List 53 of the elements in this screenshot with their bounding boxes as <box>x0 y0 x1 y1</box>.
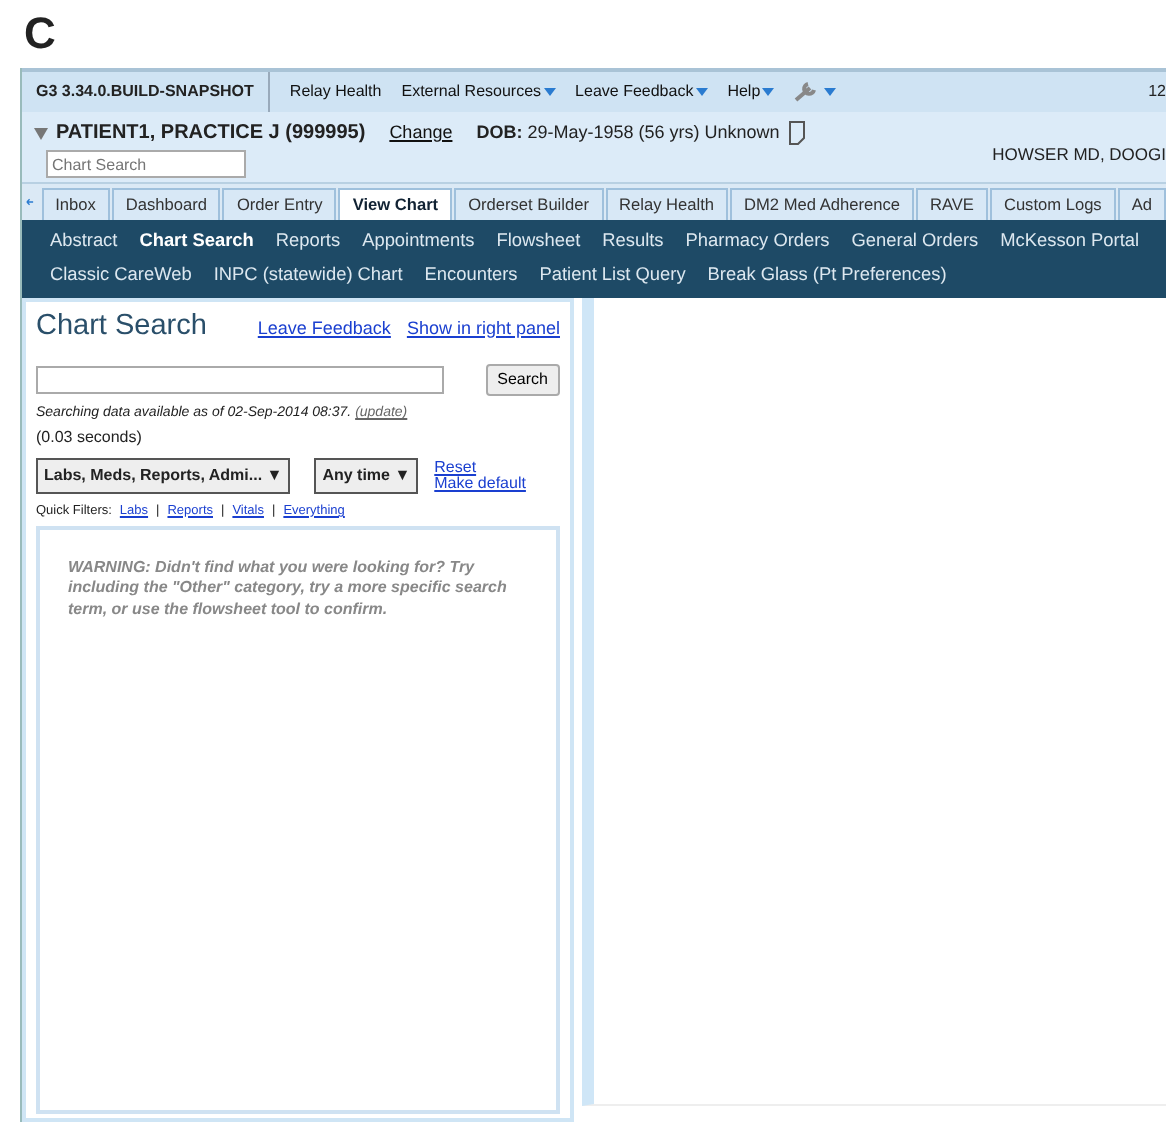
nav-link-item[interactable]: Pharmacy Orders <box>685 228 830 256</box>
nav-link-item[interactable]: Flowsheet <box>496 228 581 256</box>
caret-icon <box>543 88 556 96</box>
nav-link-item[interactable]: Abstract <box>50 228 118 256</box>
document-icon[interactable] <box>787 120 806 146</box>
category-dropdown[interactable]: Labs, Meds, Reports, Admi... ▼ <box>36 457 291 494</box>
nav-link-item[interactable]: McKesson Portal <box>1000 228 1140 256</box>
tab[interactable]: Inbox <box>41 188 110 220</box>
tab[interactable]: Order Entry <box>222 188 337 220</box>
nav-link-item[interactable]: Encounters <box>424 261 518 290</box>
patient-name: PATIENT1, PRACTICE J (999995) <box>56 120 366 148</box>
chart-search-field[interactable]: Chart Search <box>46 150 246 178</box>
tab[interactable]: RAVE <box>915 188 988 220</box>
nav-link-item[interactable]: Chart Search <box>139 228 254 256</box>
provider-name: HOWSER MD, DOOGI <box>992 142 1166 168</box>
caret-icon <box>695 88 708 96</box>
nav-link-item[interactable]: INPC (statewide) Chart <box>213 261 403 290</box>
figure-label: C <box>22 6 58 62</box>
menu-item[interactable]: External Resources <box>381 80 556 104</box>
caret-icon <box>762 88 775 96</box>
caret-icon <box>824 88 837 96</box>
user-id: 12 <box>1148 80 1166 104</box>
tab[interactable]: DM2 Med Adherence <box>730 188 914 220</box>
tab[interactable]: Dashboard <box>111 188 221 220</box>
back-arrow-icon[interactable] <box>26 194 34 210</box>
collapse-triangle-icon[interactable] <box>34 127 48 139</box>
tab[interactable]: Custom Logs <box>989 188 1116 220</box>
make-default-link[interactable]: Make default <box>434 475 526 492</box>
change-link[interactable]: Change <box>389 119 453 147</box>
nav-link-item[interactable]: Reports <box>275 228 341 256</box>
nav-link-item[interactable]: Patient List Query <box>539 261 686 290</box>
reset-link[interactable]: Reset <box>434 459 526 476</box>
header-link[interactable]: Show in right panel <box>406 315 560 343</box>
time-dropdown[interactable]: Any time ▼ <box>314 457 419 494</box>
menu-item[interactable]: Relay Health <box>269 80 382 104</box>
tab[interactable]: Relay Health <box>605 188 729 220</box>
nav-link-item[interactable]: Results <box>602 228 664 256</box>
nav-link-item[interactable]: General Orders <box>851 228 979 256</box>
search-button[interactable]: Search <box>485 364 560 397</box>
header-link[interactable]: Leave Feedback <box>257 315 391 343</box>
tab[interactable]: Ad <box>1117 188 1166 220</box>
tab[interactable]: View Chart <box>338 188 453 220</box>
tab[interactable]: Orderset Builder <box>454 188 603 220</box>
warning-message: WARNING: Didn't find what you were looking for? Try including the "Other" category, try a more specific search term, or use the flowsheet tool to confirm. <box>68 557 509 622</box>
search-input[interactable] <box>36 366 444 395</box>
search-timing: (0.03 seconds) <box>36 425 144 450</box>
menu-item[interactable]: Leave Feedback <box>555 80 708 104</box>
menu-item[interactable]: Help <box>707 80 775 104</box>
nav-link-item[interactable]: Break Glass (Pt Preferences) <box>707 261 947 290</box>
nav-link-item[interactable]: Appointments <box>362 228 475 256</box>
date-of-birth: DOB: 29-May-1958 (56 yrs) Unknown <box>476 119 780 146</box>
panel-title: Chart Search <box>36 307 207 346</box>
nav-link-item[interactable]: Classic CareWeb <box>50 261 192 290</box>
